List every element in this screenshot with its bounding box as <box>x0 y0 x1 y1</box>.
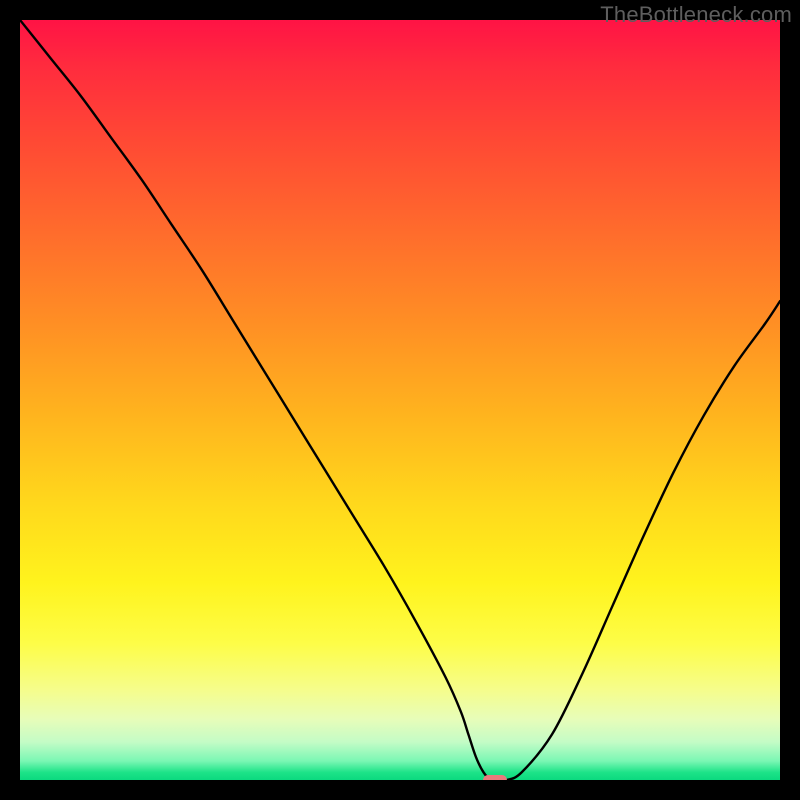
watermark-text: TheBottleneck.com <box>600 2 792 28</box>
optimal-marker <box>483 775 507 780</box>
plot-area <box>20 20 780 780</box>
bottleneck-curve <box>20 20 780 780</box>
chart-frame: TheBottleneck.com <box>0 0 800 800</box>
